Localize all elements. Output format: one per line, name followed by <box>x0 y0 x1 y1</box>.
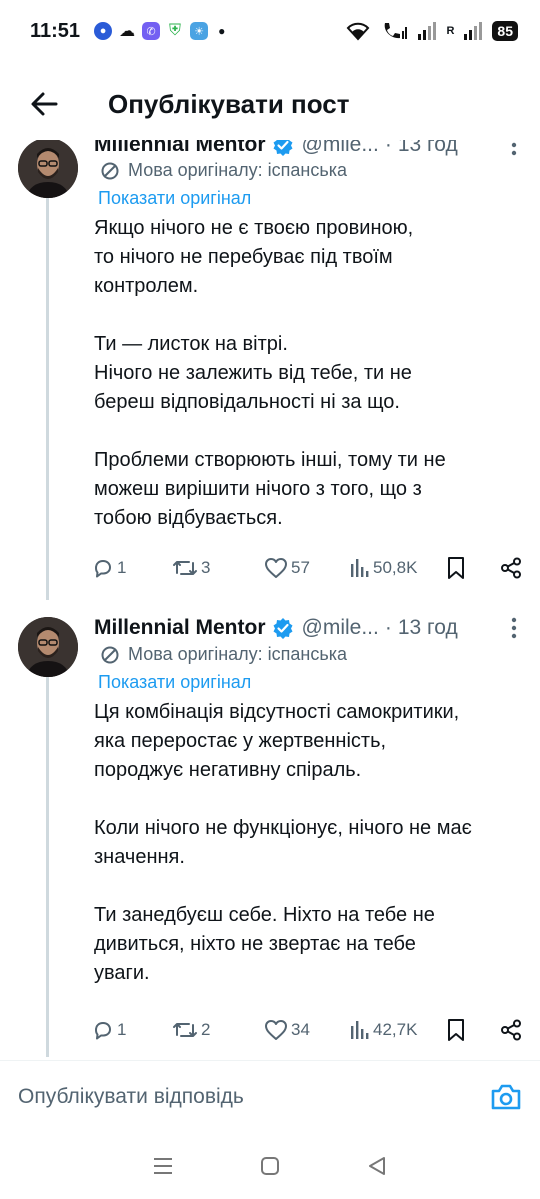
back-button[interactable] <box>14 74 74 134</box>
original-language: Мова оригіналу: іспанська <box>100 160 347 181</box>
wifi-icon <box>347 22 370 41</box>
avatar-photo <box>18 140 78 198</box>
tweet-header: Millennial Mentor @mile... · 13 год <box>94 140 526 160</box>
views-count: 42,7K <box>373 1020 418 1039</box>
tweet-time[interactable]: 13 год <box>398 616 458 640</box>
more-vertical-icon[interactable] <box>502 617 526 639</box>
notification-icons: ● ☁ ✆ ⛨ ☀ ● <box>94 22 225 40</box>
avatar[interactable] <box>18 140 78 198</box>
translate-icon <box>101 646 119 663</box>
views-icon <box>351 559 369 577</box>
status-right: R 85 <box>346 21 518 41</box>
heart-icon <box>265 558 287 578</box>
repost-count: 2 <box>201 1020 211 1039</box>
camera-button[interactable] <box>490 1083 522 1111</box>
separator-dot: · <box>384 140 392 156</box>
heart-icon <box>265 1020 287 1040</box>
reply-count: 1 <box>117 1020 127 1039</box>
signal-app-icon: ● <box>94 22 113 40</box>
arrow-left-icon <box>31 92 58 116</box>
page-title: Опублікувати пост <box>108 88 350 119</box>
tweet-text: Якщо нічого не є твоєю провиною, то нічо… <box>94 217 446 529</box>
original-language: Мова оригіналу: іспанська <box>100 644 347 665</box>
original-language-label: Мова оригіналу: іспанська <box>128 644 348 664</box>
views-button[interactable]: 50,8K <box>350 558 446 578</box>
tweet-actions: 1 2 34 42,7K <box>92 1015 522 1045</box>
volte-call-icon <box>385 23 408 39</box>
battery-level: 85 <box>492 21 518 41</box>
like-count: 57 <box>291 558 310 577</box>
system-navigation-bar <box>0 1132 540 1199</box>
views-button[interactable]: 42,7K <box>350 1020 446 1040</box>
reply-icon <box>95 1022 111 1040</box>
author-handle[interactable]: @mile... <box>302 616 379 640</box>
share-icon <box>501 1019 521 1041</box>
bookmark-icon <box>448 1019 464 1041</box>
repost-icon <box>173 1023 197 1037</box>
repost-count: 3 <box>201 558 211 577</box>
weather-icon: ☀ <box>190 22 209 40</box>
signal-strength-2-icon <box>464 22 483 40</box>
roaming-indicator: R <box>446 25 455 37</box>
verified-badge-icon <box>272 140 294 156</box>
home-icon[interactable] <box>259 1155 281 1177</box>
thread-feed[interactable]: Millennial Mentor @mile... · 13 год Мова… <box>0 140 540 1060</box>
author-name[interactable]: Millennial Mentor <box>94 616 266 640</box>
share-icon <box>501 557 521 579</box>
show-original-link[interactable]: Показати оригінал <box>98 672 251 693</box>
share-button[interactable] <box>500 557 522 579</box>
repost-icon <box>173 561 197 575</box>
back-triangle-icon[interactable] <box>366 1155 388 1177</box>
status-bar: 11:51 ● ☁ ✆ ⛨ ☀ ● R 85 <box>0 0 540 62</box>
tweet-text: Ця комбінація відсутності самокритики, я… <box>94 701 472 984</box>
verified-badge-icon <box>272 617 294 639</box>
chat-bubble-icon: ☁ <box>118 22 137 40</box>
signal-strength-icon <box>418 22 437 40</box>
views-count: 50,8K <box>373 558 418 577</box>
reply-icon <box>95 560 111 578</box>
more-notifications-dot-icon: ● <box>218 24 226 38</box>
tweet[interactable]: Millennial Mentor @mile... · 13 год Мова… <box>0 613 540 1058</box>
reply-button[interactable]: 1 <box>92 557 172 579</box>
camera-icon <box>491 1084 521 1109</box>
tweet[interactable]: Millennial Mentor @mile... · 13 год Мова… <box>0 140 540 600</box>
repost-button[interactable]: 3 <box>172 557 264 579</box>
bookmark-button[interactable] <box>446 556 480 580</box>
original-language-label: Мова оригіналу: іспанська <box>128 160 348 180</box>
reply-composer[interactable]: Опублікувати відповідь <box>0 1060 540 1132</box>
reply-count: 1 <box>117 558 127 577</box>
recent-apps-icon[interactable] <box>152 1156 174 1176</box>
more-vertical-icon[interactable] <box>502 140 526 156</box>
show-original-link[interactable]: Показати оригінал <box>98 188 251 209</box>
reply-button[interactable]: 1 <box>92 1019 172 1041</box>
top-header: Опублікувати пост <box>0 70 540 138</box>
avatar[interactable] <box>18 617 78 677</box>
like-button[interactable]: 34 <box>264 1019 350 1041</box>
viber-icon: ✆ <box>142 22 161 40</box>
avatar-photo <box>18 617 78 677</box>
status-time: 11:51 <box>30 19 81 42</box>
like-count: 34 <box>291 1020 310 1039</box>
tweet-header: Millennial Mentor @mile... · 13 год <box>94 613 526 643</box>
bookmark-icon <box>448 557 464 579</box>
tweet-actions: 1 3 57 50,8K <box>92 553 522 583</box>
separator-dot: · <box>384 616 392 639</box>
views-icon <box>351 1021 369 1039</box>
bookmark-button[interactable] <box>446 1018 480 1042</box>
translate-icon <box>101 162 119 179</box>
reply-input[interactable]: Опублікувати відповідь <box>18 1085 244 1109</box>
shield-icon: ⛨ <box>166 22 185 40</box>
like-button[interactable]: 57 <box>264 557 350 579</box>
repost-button[interactable]: 2 <box>172 1019 264 1041</box>
share-button[interactable] <box>500 1019 522 1041</box>
tweet-time[interactable]: 13 год <box>398 140 458 157</box>
author-name[interactable]: Millennial Mentor <box>94 140 266 157</box>
author-handle[interactable]: @mile... <box>302 140 379 157</box>
